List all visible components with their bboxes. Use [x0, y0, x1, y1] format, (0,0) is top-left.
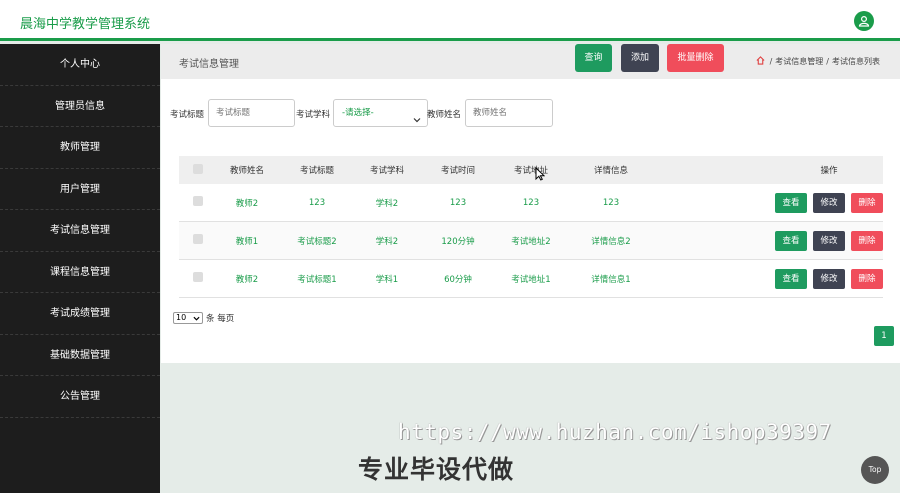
top-bar: 晨海中学教学管理系统: [0, 0, 900, 41]
cell-subject: 学科1: [375, 274, 399, 285]
add-button[interactable]: 添加: [621, 44, 659, 72]
edit-button[interactable]: 修改: [813, 192, 845, 213]
header-teacher: 教师姓名: [229, 166, 264, 176]
cell-address: 123: [522, 197, 540, 208]
breadcrumb-sep: /: [826, 57, 829, 66]
table-row: 教师2 123 学科2 123 123 123 查看 修改 删除: [179, 184, 883, 222]
cell-subject: 学科2: [375, 236, 399, 247]
header-subject: 考试学科: [369, 166, 404, 176]
per-page-label: 条 每页: [206, 314, 235, 324]
page-size-value: 10: [176, 313, 187, 322]
exam-table: 教师姓名 考试标题 考试学科 考试时间 考试地址 详情信息 操作 教师2 123…: [179, 156, 883, 298]
cell-time: 60分钟: [444, 274, 472, 285]
view-button[interactable]: 查看: [775, 268, 807, 289]
cell-teacher: 教师2: [235, 274, 259, 285]
cell-time: 120分钟: [441, 236, 475, 247]
cell-title: 考试标题2: [297, 236, 337, 247]
cell-address: 考试地址1: [511, 274, 551, 285]
cell-teacher: 教师2: [235, 198, 259, 209]
sidebar-item-users[interactable]: 用户管理: [0, 169, 160, 210]
edit-button[interactable]: 修改: [813, 230, 845, 251]
header-time: 考试时间: [440, 166, 475, 176]
promo-banner: 专业毕设代做: [358, 455, 515, 484]
search-button[interactable]: 查询: [575, 44, 612, 72]
cell-address: 考试地址2: [511, 236, 551, 247]
row-checkbox[interactable]: [193, 234, 203, 244]
delete-button[interactable]: 删除: [851, 268, 883, 289]
sidebar-item-base-data[interactable]: 基础数据管理: [0, 335, 160, 376]
sidebar: 个人中心 管理员信息 教师管理 用户管理 考试信息管理 课程信息管理 考试成绩管…: [0, 44, 160, 493]
sidebar-item-course-info[interactable]: 课程信息管理: [0, 252, 160, 293]
table-row: 教师1 考试标题2 学科2 120分钟 考试地址2 详情信息2 查看 修改 删除: [179, 222, 883, 260]
app-title: 晨海中学教学管理系统: [20, 17, 151, 32]
sidebar-item-admin-info[interactable]: 管理员信息: [0, 86, 160, 127]
teacher-filter-label: 教师姓名: [427, 110, 462, 120]
user-icon[interactable]: [854, 11, 874, 31]
page-size-select[interactable]: 10: [173, 312, 203, 324]
table-row: 教师2 考试标题1 学科1 60分钟 考试地址1 详情信息1 查看 修改 删除: [179, 260, 883, 298]
main-panel: 考试信息管理 / 考试信息管理 / 考试信息列表 考试标题 考试学科 -请选择-…: [161, 44, 900, 363]
breadcrumb-level1[interactable]: 考试信息管理: [775, 56, 823, 67]
sidebar-item-profile[interactable]: 个人中心: [0, 44, 160, 86]
cell-subject: 学科2: [375, 198, 399, 209]
chevron-down-icon: [193, 315, 200, 325]
select-all-checkbox[interactable]: [193, 163, 203, 174]
page-title: 考试信息管理: [179, 59, 239, 70]
header-address: 考试地址: [513, 166, 548, 176]
breadcrumb-level2: 考试信息列表: [832, 57, 880, 66]
sidebar-item-exam-scores[interactable]: 考试成绩管理: [0, 293, 160, 335]
cell-teacher: 教师1: [235, 236, 259, 247]
cell-title: 考试标题1: [297, 274, 337, 285]
cell-detail: 详情信息1: [591, 274, 631, 285]
subject-filter-select[interactable]: -请选择-: [333, 99, 428, 127]
mouse-cursor-icon: [535, 166, 546, 184]
title-filter-input[interactable]: [208, 99, 295, 127]
header-actions: 操作: [820, 166, 838, 176]
back-to-top-button[interactable]: Top: [861, 456, 889, 484]
page-size-control: 10 条 每页: [173, 312, 234, 324]
home-icon[interactable]: [756, 56, 765, 67]
row-actions: 查看 修改 删除: [659, 230, 883, 251]
delete-button[interactable]: 删除: [851, 230, 883, 251]
sidebar-item-exam-info[interactable]: 考试信息管理: [0, 210, 160, 252]
breadcrumb: / 考试信息管理 / 考试信息列表: [756, 56, 883, 67]
view-button[interactable]: 查看: [775, 192, 807, 213]
cell-detail: 123: [602, 197, 620, 208]
title-bar: 考试信息管理 / 考试信息管理 / 考试信息列表: [161, 44, 900, 79]
edit-button[interactable]: 修改: [813, 268, 845, 289]
teacher-filter-input[interactable]: [465, 99, 553, 127]
sidebar-item-teachers[interactable]: 教师管理: [0, 127, 160, 169]
row-checkbox[interactable]: [193, 196, 203, 206]
cell-time: 123: [449, 197, 467, 208]
breadcrumb-sep: /: [769, 57, 773, 66]
cell-title: 123: [308, 197, 326, 208]
table-header: 教师姓名 考试标题 考试学科 考试时间 考试地址 详情信息 操作: [179, 156, 883, 184]
page-number-button[interactable]: 1: [874, 326, 894, 346]
title-filter-label: 考试标题: [170, 110, 205, 120]
sidebar-item-announcements[interactable]: 公告管理: [0, 376, 160, 418]
subject-selected-value: -请选择-: [342, 108, 374, 118]
row-actions: 查看 修改 删除: [659, 192, 883, 213]
subject-filter-label: 考试学科: [296, 110, 331, 120]
header-detail: 详情信息: [593, 166, 628, 176]
cell-detail: 详情信息2: [591, 236, 631, 247]
watermark-text: https://www.huzhan.com/ishop39397: [398, 420, 832, 444]
row-checkbox[interactable]: [193, 272, 203, 282]
chevron-down-icon: [413, 109, 421, 135]
batch-delete-button[interactable]: 批量删除: [667, 44, 724, 72]
view-button[interactable]: 查看: [775, 230, 807, 251]
header-title: 考试标题: [299, 166, 334, 176]
row-actions: 查看 修改 删除: [659, 268, 883, 289]
delete-button[interactable]: 删除: [851, 192, 883, 213]
